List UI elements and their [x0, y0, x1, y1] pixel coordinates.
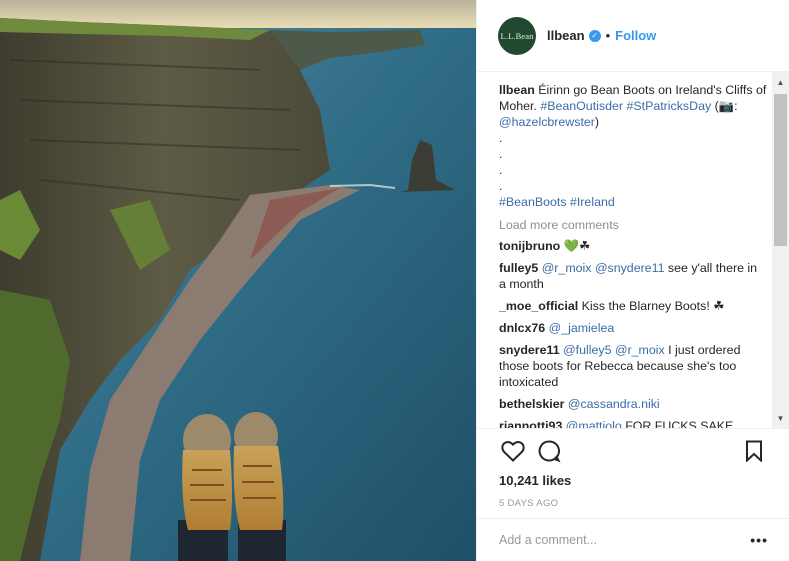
comment-text: Kiss the Blarney Boots! ☘	[581, 299, 725, 313]
post-actions: 10,241 likes 5 DAYS AGO	[477, 428, 789, 518]
more-options-icon[interactable]: •••	[750, 532, 768, 548]
post-header: L.L.Bean llbean ✓ • Follow	[477, 0, 789, 72]
comment-item: snydere11 @fulley5 @r_moix I just ordere…	[499, 342, 767, 390]
mention-link[interactable]: @snydere11	[595, 261, 665, 275]
comment-username[interactable]: tonijbruno	[499, 239, 560, 253]
post-side-panel: L.L.Bean llbean ✓ • Follow llbean Éirinn…	[476, 0, 789, 561]
verified-badge-icon: ✓	[588, 29, 601, 42]
hashtag-link[interactable]: #BeanOutisder	[540, 99, 623, 113]
comment-item: bethelskier @cassandra.niki	[499, 396, 767, 412]
mention-link[interactable]: @mattiolo	[566, 419, 622, 428]
hashtag-link[interactable]: #StPatricksDay	[626, 99, 711, 113]
mention-link[interactable]: @r_moix	[615, 343, 665, 357]
comment-item: fulley5 @r_moix @snydere11 see y'all the…	[499, 260, 767, 292]
comment-bubble-icon[interactable]	[535, 437, 563, 465]
mention-link[interactable]: @hazelcbrewster	[499, 115, 595, 129]
avatar[interactable]: L.L.Bean	[498, 16, 536, 55]
mention-link[interactable]: @r_moix	[542, 261, 592, 275]
comment-item: tonijbruno 💚☘	[499, 238, 767, 254]
mention-link[interactable]: @_jamielea	[549, 321, 615, 335]
add-comment-bar: •••	[477, 518, 789, 561]
post-timestamp[interactable]: 5 DAYS AGO	[499, 498, 768, 509]
comments-list[interactable]: llbean Éirinn go Bean Boots on Ireland's…	[499, 82, 767, 428]
comment-text: FOR FUCKS SAKE	[621, 419, 734, 428]
post-caption: llbean Éirinn go Bean Boots on Ireland's…	[499, 82, 767, 130]
photo-credit-suffix: )	[594, 115, 600, 129]
comments-scrollbar[interactable]: ▲ ▼	[772, 72, 789, 428]
scroll-down-arrow-icon[interactable]: ▼	[772, 410, 789, 426]
like-count[interactable]: 10,241 likes	[499, 473, 768, 488]
hashtag-link[interactable]: #BeanBoots	[499, 195, 567, 209]
comment-username[interactable]: fulley5	[499, 261, 538, 275]
scroll-up-arrow-icon[interactable]: ▲	[772, 74, 789, 90]
caption-dot: .	[499, 131, 503, 145]
comment-item: riannotti93 @mattiolo FOR FUCKS SAKE	[499, 418, 767, 428]
comment-item: _moe_official Kiss the Blarney Boots! ☘	[499, 298, 767, 314]
separator-dot: •	[605, 28, 611, 43]
hashtag-link[interactable]: #Ireland	[570, 195, 615, 209]
caption-dot: .	[499, 147, 503, 161]
post-username[interactable]: llbean	[547, 28, 585, 43]
comment-item: dnlcx76 @_jamielea	[499, 320, 767, 336]
comment-text: 💚☘	[563, 239, 591, 253]
follow-button[interactable]: Follow	[615, 28, 656, 43]
load-more-comments-button[interactable]: Load more comments	[499, 217, 767, 233]
caption-username[interactable]: llbean	[499, 83, 535, 97]
post-photo[interactable]	[0, 0, 476, 561]
comment-input[interactable]	[499, 533, 751, 547]
mention-link[interactable]: @cassandra.niki	[568, 397, 660, 411]
comment-username[interactable]: snydere11	[499, 343, 560, 357]
bookmark-icon[interactable]	[740, 437, 768, 465]
comment-username[interactable]: _moe_official	[499, 299, 578, 313]
caption-hashtags: #BeanBoots #Ireland	[499, 194, 767, 210]
comment-username[interactable]: dnlcx76	[499, 321, 545, 335]
cliffs-of-moher-photo	[0, 0, 476, 561]
comment-username[interactable]: riannotti93	[499, 419, 562, 428]
action-icons	[499, 429, 768, 473]
caption-dot: .	[499, 179, 503, 193]
scrollbar-thumb[interactable]	[774, 94, 787, 246]
mention-link[interactable]: @fulley5	[563, 343, 611, 357]
comment-username[interactable]: bethelskier	[499, 397, 564, 411]
photo-credit-prefix: (📷:	[714, 99, 738, 113]
heart-icon[interactable]	[499, 437, 527, 465]
caption-dot: .	[499, 163, 503, 177]
